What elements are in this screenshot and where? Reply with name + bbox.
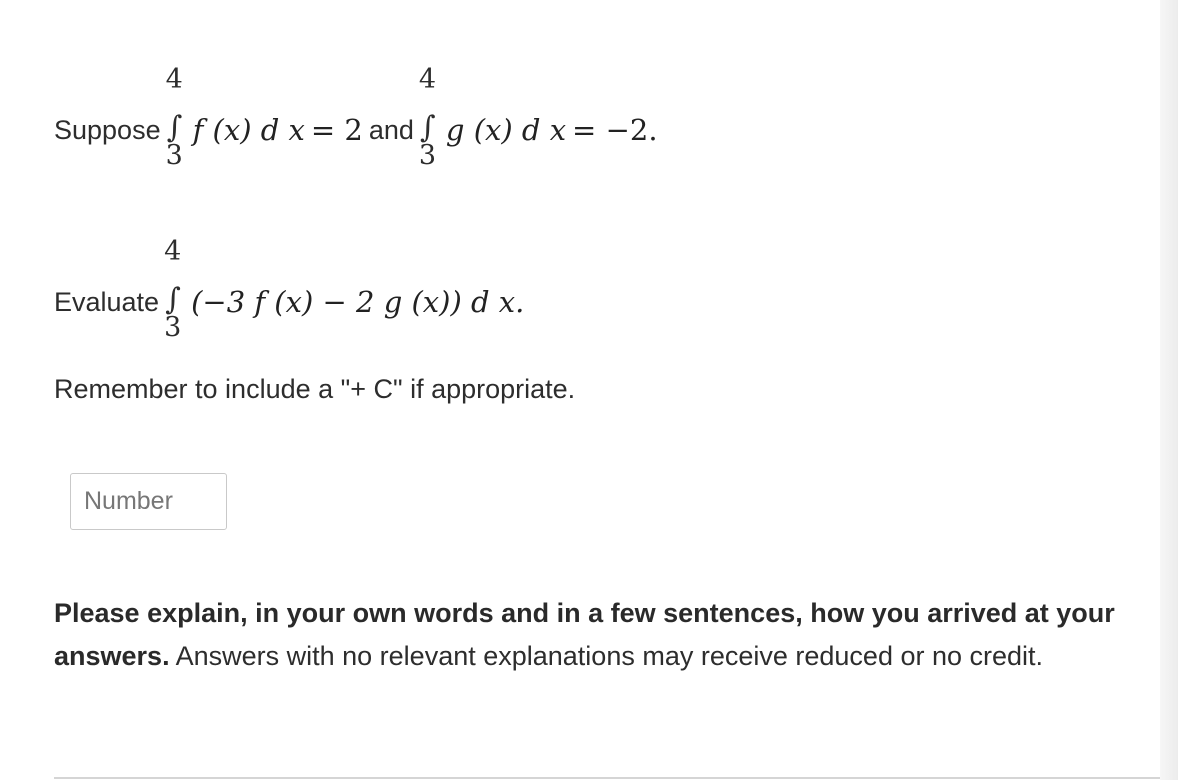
answer-input[interactable]: [70, 473, 227, 530]
lower-limit-3: 3: [164, 312, 182, 343]
explanation-normal-text: Answers with no relevant explanations ma…: [169, 641, 1044, 671]
evaluate-label: Evaluate: [54, 286, 160, 317]
given-statement: Suppose 4 ∫ 3 f (x) d x = 2 and 4 ∫ 3 g …: [54, 64, 658, 171]
upper-limit-2: 4: [418, 64, 437, 95]
suppose-label: Suppose: [54, 114, 161, 145]
evaluate-statement: Evaluate 4 ∫ 3 (−3 f (x) − 2 g (x)) d x.: [54, 236, 525, 343]
upper-limit-1: 4: [165, 64, 183, 95]
integral-sign-1: 4 ∫ 3: [165, 64, 183, 171]
integrand-2: g (x) d x: [445, 113, 567, 147]
lower-limit-1: 3: [165, 140, 183, 171]
lower-limit-2: 3: [418, 140, 437, 171]
integrand-1: f (x) d x: [192, 113, 305, 147]
divider: [54, 777, 1160, 779]
result-1: = 2: [310, 113, 363, 147]
explanation-instructions: Please explain, in your own words and in…: [54, 592, 1144, 678]
result-2: = −2.: [572, 113, 658, 147]
and-label: and: [368, 114, 414, 145]
reminder-text: Remember to include a "+ C" if appropria…: [54, 374, 576, 404]
page-edge-shade: [1160, 0, 1178, 780]
integral-sign-2: 4 ∫ 3: [418, 64, 437, 171]
upper-limit-3: 4: [164, 236, 182, 267]
integrand-3: (−3 f (x) − 2 g (x)) d x.: [191, 285, 525, 319]
integral-sign-3: 4 ∫ 3: [164, 236, 182, 343]
